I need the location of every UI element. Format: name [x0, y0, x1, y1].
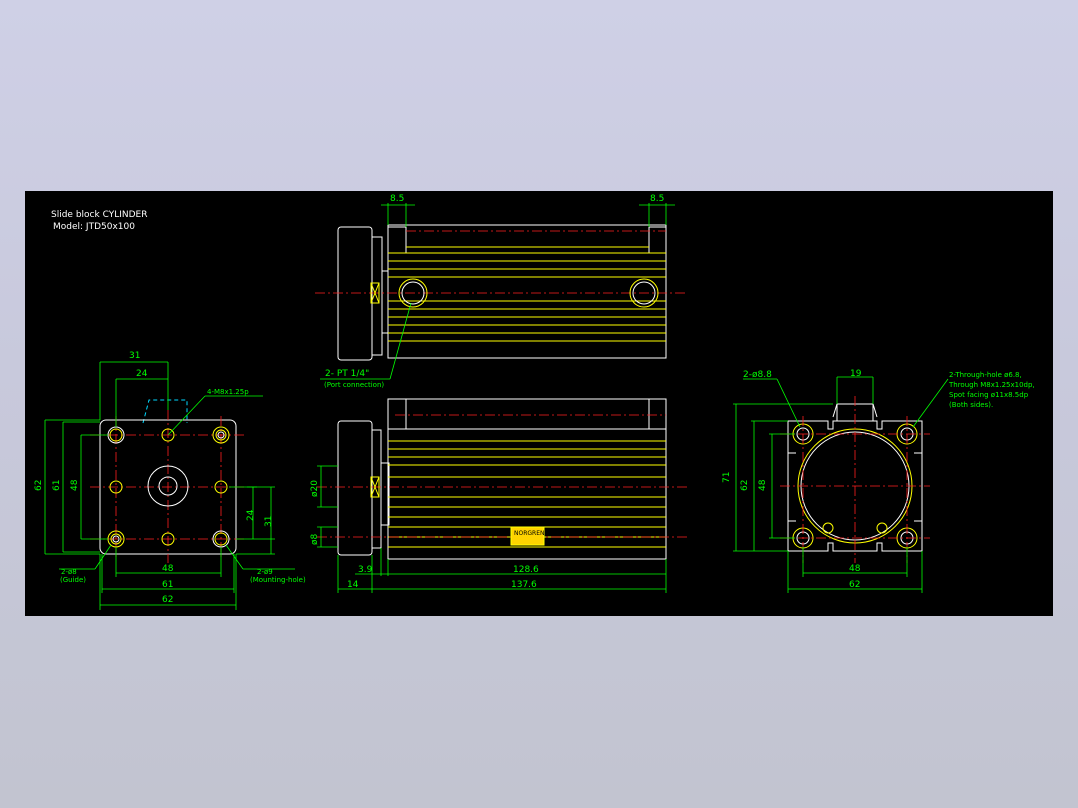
front-view: NORGREN ø20 ø8 3.9 128.6 14 137.6 [310, 398, 687, 593]
note-right-holes: 2-ø8.8 [743, 370, 772, 380]
note-through-3: Spot facing ø11x8.5dp [949, 391, 1029, 399]
note-port-sub: (Port connection) [324, 381, 384, 389]
note-through-2: Through M8x1.25x10dp, [948, 381, 1035, 389]
dim-guide-dia: ø8 [310, 533, 320, 545]
dim-left-61: 61 [52, 480, 62, 491]
dim-137-6: 137.6 [511, 580, 537, 590]
dim-bottom-62: 62 [162, 595, 173, 605]
dim-top-left-8-5: 8.5 [390, 194, 404, 204]
dim-bottom-48: 48 [162, 564, 174, 574]
dim-bottom-61: 61 [162, 580, 173, 590]
dim-right-31: 31 [264, 516, 274, 527]
note-port: 2- PT 1/4" [325, 369, 369, 379]
dim-right-left-71: 71 [722, 472, 732, 483]
dim-right-top-19: 19 [850, 369, 862, 379]
dim-top-31: 31 [129, 351, 140, 361]
note-through-1: 2-Through-hole ø6.8, [949, 371, 1022, 379]
note-guide: (Guide) [60, 576, 86, 584]
dim-right-bottom-48: 48 [849, 564, 861, 574]
drawing-model: Model: JTD50x100 [53, 222, 135, 232]
dim-right-left-48: 48 [758, 479, 768, 491]
dim-left-62: 62 [34, 480, 44, 491]
note-thread: 4-M8x1.25p [207, 388, 249, 396]
note-mount-dia: 2-ø9 [257, 568, 273, 576]
left-end-view: 31 24 62 61 48 24 31 48 61 62 4-M8x1.25p… [34, 351, 306, 610]
dim-128-6: 128.6 [513, 565, 539, 575]
dim-rod-dia: ø20 [310, 480, 320, 497]
cad-drawing-viewport[interactable]: Slide block CYLINDER Model: JTD50x100 31 [25, 191, 1053, 616]
note-guide-dia: 2-ø8 [61, 568, 77, 576]
dim-top-right-8-5: 8.5 [650, 194, 664, 204]
note-through-4: (Both sides). [949, 401, 993, 409]
dim-top-24: 24 [136, 369, 148, 379]
dim-3-9: 3.9 [358, 565, 373, 575]
cad-drawing: Slide block CYLINDER Model: JTD50x100 31 [34, 194, 1035, 610]
top-view: 8.5 8.5 2- PT 1/4" (Port connection) [315, 194, 687, 389]
dim-right-left-62: 62 [740, 480, 750, 491]
right-end-view: 19 71 62 48 48 62 2-ø8.8 2-Through-hole … [722, 369, 1035, 593]
note-mount: (Mounting-hole) [250, 576, 306, 584]
dim-left-48: 48 [70, 479, 80, 491]
dim-14: 14 [347, 580, 359, 590]
dim-right-24: 24 [246, 509, 256, 521]
dim-right-bottom-62: 62 [849, 580, 860, 590]
drawing-title: Slide block CYLINDER [51, 210, 147, 220]
label-plate-text: NORGREN [514, 530, 544, 537]
